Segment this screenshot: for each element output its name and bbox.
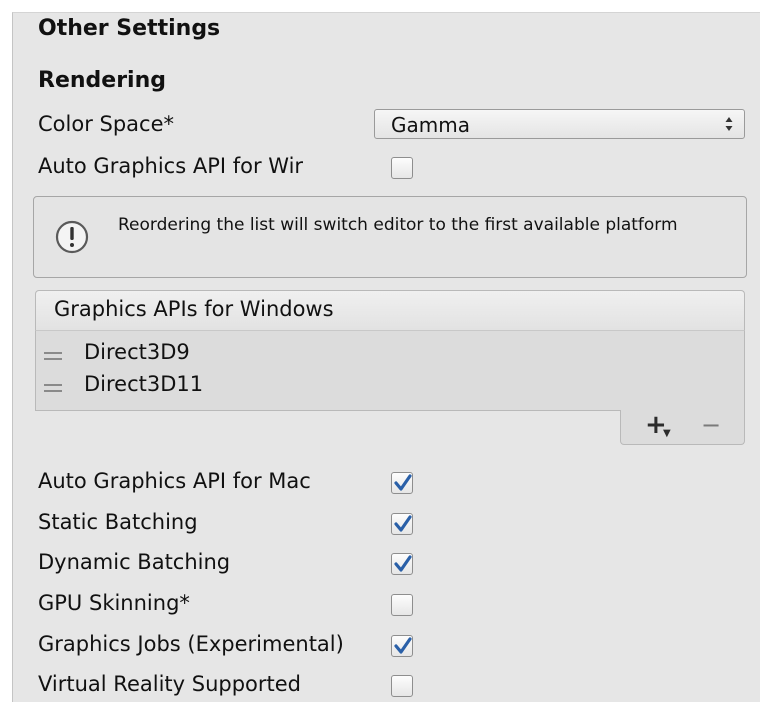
list-item-label: Direct3D11 — [84, 372, 204, 396]
drag-handle-icon[interactable] — [44, 384, 62, 392]
gpu-skinning-label: GPU Skinning* — [38, 591, 190, 615]
static-batching-label: Static Batching — [38, 510, 198, 534]
remove-item-button[interactable]: − — [701, 411, 721, 439]
list-item[interactable]: Direct3D11 — [36, 371, 744, 401]
graphics-jobs-checkbox[interactable] — [391, 635, 413, 657]
checkmark-icon — [394, 555, 412, 572]
list-item-label: Direct3D9 — [84, 340, 190, 364]
dynamic-batching-label: Dynamic Batching — [38, 550, 231, 574]
gpu-skinning-checkbox[interactable] — [391, 594, 413, 616]
help-text: Reordering the list will switch editor t… — [118, 215, 678, 235]
graphics-jobs-label: Graphics Jobs (Experimental) — [38, 632, 344, 656]
checkmark-icon — [394, 474, 412, 491]
graphics-apis-list-header: Graphics APIs for Windows — [35, 290, 745, 330]
color-space-label: Color Space* — [38, 112, 174, 136]
vr-supported-checkbox[interactable] — [391, 675, 413, 697]
list-item[interactable]: Direct3D9 — [36, 339, 744, 369]
exclamation-icon — [54, 219, 90, 259]
help-box: Reordering the list will switch editor t… — [33, 196, 747, 278]
auto-api-mac-label: Auto Graphics API for Mac — [38, 469, 311, 493]
color-space-dropdown[interactable]: Gamma — [374, 109, 745, 139]
checkmark-icon — [394, 515, 412, 532]
dropdown-arrows-icon — [724, 112, 734, 137]
color-space-value: Gamma — [391, 113, 470, 137]
checkmark-icon — [394, 637, 412, 654]
list-footer: + ▼ − — [620, 410, 745, 445]
dynamic-batching-checkbox[interactable] — [391, 553, 413, 575]
auto-api-windows-label: Auto Graphics API for Wir — [38, 154, 304, 178]
add-dropdown-caret-icon: ▼ — [663, 428, 671, 439]
list-header-label: Graphics APIs for Windows — [54, 297, 334, 321]
vr-supported-label: Virtual Reality Supported — [38, 672, 302, 696]
graphics-apis-list: Direct3D9 Direct3D11 — [35, 330, 745, 411]
section-title: Other Settings — [38, 16, 221, 41]
auto-api-mac-checkbox[interactable] — [391, 472, 413, 494]
subsection-title: Rendering — [38, 68, 166, 93]
drag-handle-icon[interactable] — [44, 352, 62, 360]
auto-api-windows-checkbox[interactable] — [391, 157, 413, 179]
static-batching-checkbox[interactable] — [391, 513, 413, 535]
